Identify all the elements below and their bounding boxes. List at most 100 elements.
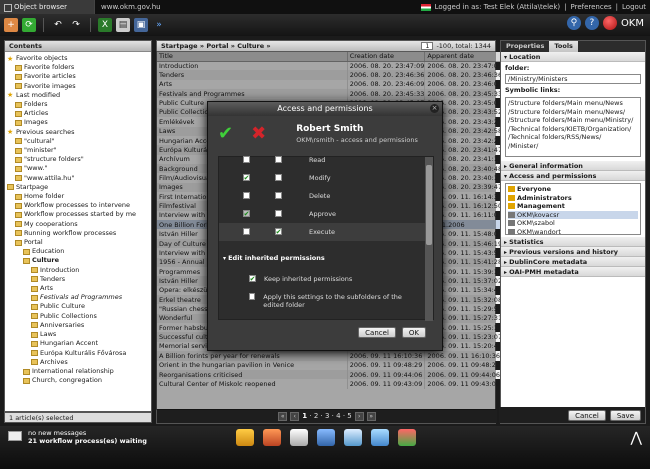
tree-item[interactable]: Favorite articles (7, 72, 149, 81)
tree-item[interactable]: Home folder (7, 192, 149, 201)
folder-field[interactable]: /Ministry/Ministers (505, 74, 641, 84)
access-section[interactable]: Access and permissions (501, 171, 645, 181)
tree-item[interactable]: Public Culture (7, 302, 149, 311)
cancel-button[interactable]: Cancel (568, 409, 606, 421)
tree-item[interactable]: Archives (7, 358, 149, 367)
page-link[interactable]: 5 (347, 412, 351, 420)
search-dock-icon[interactable] (344, 429, 362, 446)
statistics-section[interactable]: Statistics (501, 237, 645, 247)
allow-checkbox[interactable] (243, 192, 250, 199)
tree-item[interactable]: "www." (7, 164, 149, 173)
dialog-cancel-button[interactable]: Cancel (358, 327, 396, 338)
oai-section[interactable]: OAI-PMH metadata (501, 267, 645, 277)
library-icon[interactable] (236, 429, 254, 446)
tab-properties[interactable]: Properties (501, 41, 549, 52)
settings-icon[interactable] (317, 429, 335, 446)
symbolic-link-item[interactable]: /Technical folders/KIETB/Organization/ (508, 125, 638, 134)
app-tab[interactable]: Object browser (0, 0, 95, 14)
message-envelope-icon[interactable] (8, 431, 22, 441)
tree-item[interactable]: Európa Kulturális Fővárosa (7, 349, 149, 358)
redo-icon[interactable]: ↷ (69, 18, 83, 32)
print-icon[interactable]: ▤ (116, 18, 130, 32)
logout-link[interactable]: Logout (622, 3, 646, 11)
symbolic-link-item[interactable]: /Technical folders/RSS/News/ (508, 133, 638, 142)
first-page-button[interactable]: « (278, 411, 288, 421)
permission-item[interactable]: OKM\kovacsr (508, 210, 638, 219)
dialog-scrollbar[interactable] (425, 157, 433, 321)
users-icon[interactable] (371, 429, 389, 446)
tree-item[interactable]: "www.attila.hu" (7, 174, 149, 183)
accept-icon[interactable]: ✔ (218, 125, 233, 143)
tree-item[interactable]: ★ Last modified (7, 91, 149, 100)
next-page-button[interactable]: › (354, 411, 364, 421)
allow-checkbox[interactable]: ✔ (243, 174, 250, 182)
tree-item[interactable]: Festivals ad Programmes (7, 293, 149, 302)
permission-item[interactable]: Management (508, 202, 638, 211)
search-icon[interactable]: ⚲ (566, 16, 581, 30)
new-icon[interactable]: + (4, 18, 18, 32)
permission-item[interactable]: Administrators (508, 194, 638, 203)
deny-checkbox[interactable]: ✔ (275, 228, 282, 236)
workflow-text[interactable]: 21 workflow process(es) waiting (28, 437, 147, 446)
tree-item[interactable]: International relationship (7, 367, 149, 376)
statistics-icon[interactable] (398, 429, 416, 446)
tree-item[interactable]: Startpage (7, 183, 149, 192)
tree-item[interactable]: Images (7, 118, 149, 127)
general-info-section[interactable]: General information (501, 161, 645, 171)
deny-icon[interactable]: ✖ (251, 125, 266, 143)
undo-icon[interactable]: ↶ (51, 18, 65, 32)
symbolic-link-item[interactable]: /Structure folders/Main menu/News/ (508, 108, 638, 117)
palette-icon[interactable] (263, 429, 281, 446)
permission-item[interactable]: Everyone (508, 185, 638, 194)
excel-icon[interactable]: X (98, 18, 112, 32)
deny-checkbox[interactable] (275, 174, 282, 181)
dublincore-section[interactable]: DublinCore metadata (501, 257, 645, 267)
tab-tools[interactable]: Tools (549, 41, 578, 52)
permission-list[interactable]: Everyone Administrators Management OKM\kova… (505, 183, 641, 237)
tree-item[interactable]: Favorite images (7, 82, 149, 91)
tree-item[interactable]: "cultural" (7, 137, 149, 146)
hungarian-flag-icon[interactable] (420, 3, 431, 11)
close-icon[interactable]: × (430, 104, 439, 113)
symbolic-link-item[interactable]: /Structure folders/Main menu/Ministry/ (508, 116, 638, 125)
collapse-up-icon[interactable]: ⋀ (631, 430, 642, 446)
tree-item[interactable]: Workflow processes to intervene (7, 201, 149, 210)
help-icon[interactable]: ? (584, 16, 599, 30)
tree-item[interactable]: Articles (7, 109, 149, 118)
symbolic-link-item[interactable]: /Minister/ (508, 142, 638, 151)
permission-item[interactable]: OKM\wandort (508, 228, 638, 237)
tree-item[interactable]: ★ Previous searches (7, 128, 149, 137)
deny-checkbox[interactable] (275, 192, 282, 199)
last-page-button[interactable]: » (366, 411, 376, 421)
save-button[interactable]: Save (609, 409, 641, 421)
refresh-icon[interactable]: ⟳ (22, 18, 36, 32)
history-section[interactable]: Previous versions and history (501, 247, 645, 257)
tree-item[interactable]: Hungarian Accent (7, 339, 149, 348)
allow-checkbox[interactable]: ✔ (243, 210, 250, 218)
tree-item[interactable]: "minister" (7, 146, 149, 155)
symbolic-link-item[interactable]: /Structure folders/Main menu/News (508, 99, 638, 108)
allow-checkbox[interactable] (243, 156, 250, 163)
window-icon[interactable]: ▣ (134, 18, 148, 32)
page-number-input[interactable]: 1 (421, 42, 434, 50)
deny-checkbox[interactable] (275, 210, 282, 217)
tree-item[interactable]: Laws (7, 330, 149, 339)
tree-item[interactable]: Running workflow processes (7, 229, 149, 238)
prev-page-button[interactable]: ‹ (290, 411, 300, 421)
breadcrumb-text[interactable]: Startpage » Portal » Culture » (161, 42, 271, 50)
apply-subfolders-checkbox[interactable] (249, 293, 256, 300)
tree-item[interactable]: Folders (7, 100, 149, 109)
tree-item[interactable]: "structure folders" (7, 155, 149, 164)
tree-item[interactable]: Workflow processes started by me (7, 210, 149, 219)
keep-inherited-checkbox[interactable]: ✔ (249, 275, 256, 283)
tree-item[interactable]: ★ Favorite objects (7, 54, 149, 63)
tree-item[interactable]: Portal (7, 238, 149, 247)
tree-item[interactable]: Anniversaries (7, 321, 149, 330)
inherit-heading[interactable]: Edit inherited permissions (219, 253, 425, 264)
allow-checkbox[interactable] (243, 228, 250, 235)
tree-item[interactable]: Education (7, 247, 149, 256)
dialog-ok-button[interactable]: OK (401, 327, 426, 338)
document-icon[interactable] (290, 429, 308, 446)
expand-icon[interactable]: » (152, 18, 166, 32)
permission-item[interactable]: OKM\szabol (508, 219, 638, 228)
